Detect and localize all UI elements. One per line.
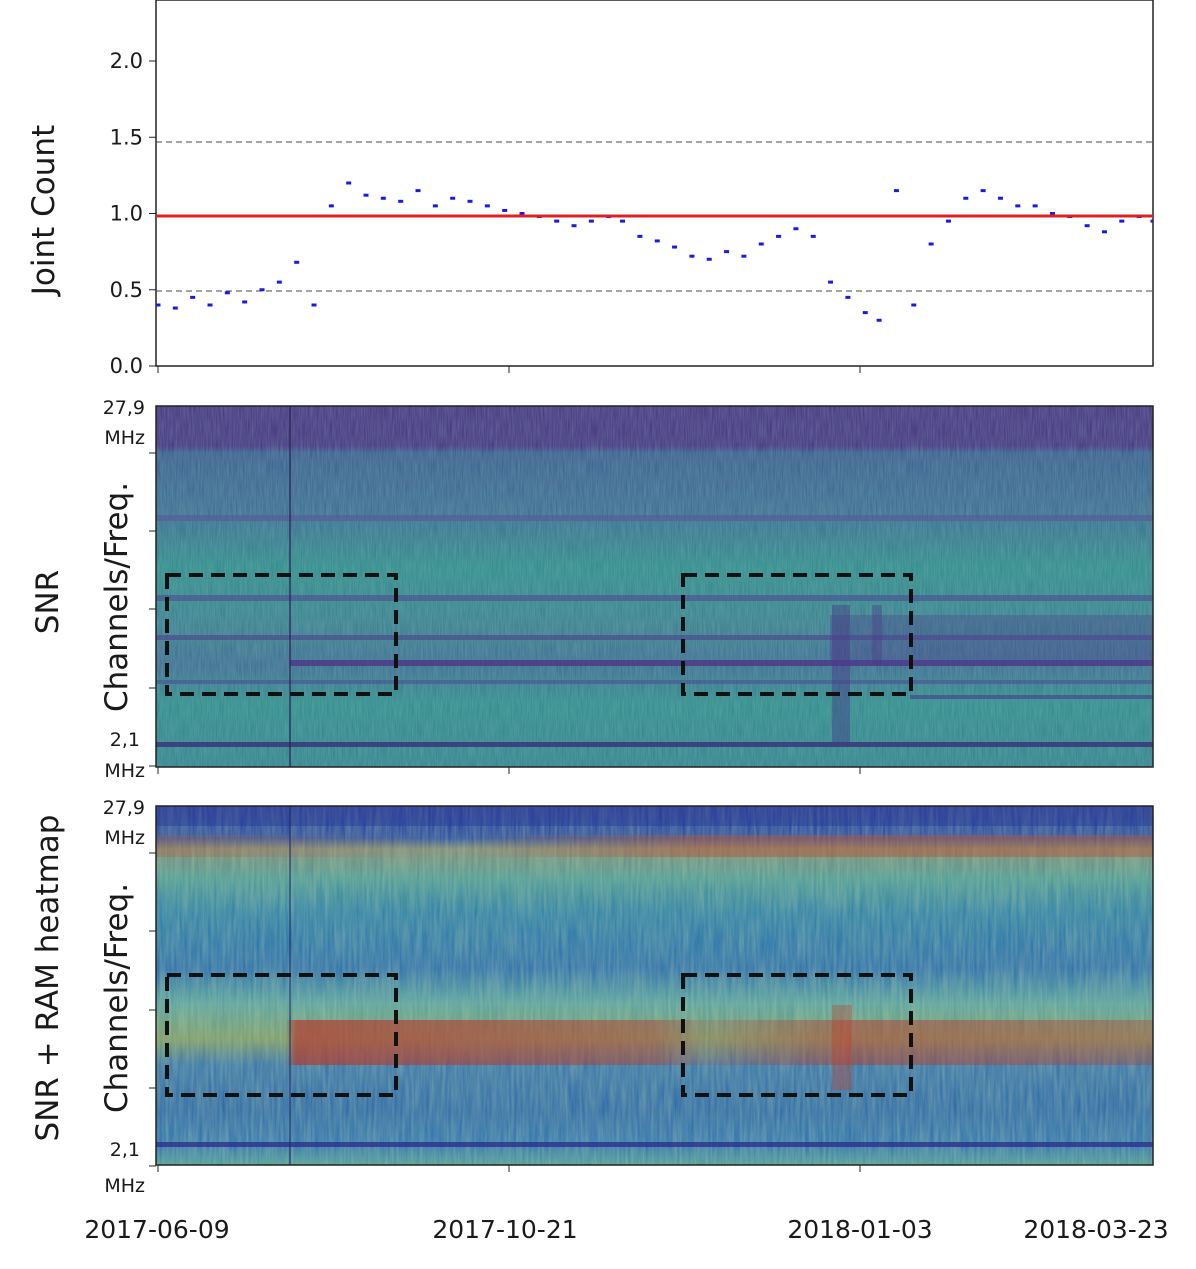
snr-top-unit: MHz — [104, 427, 145, 449]
data-point — [346, 181, 352, 185]
y-axis-label: Joint Count — [26, 125, 62, 297]
ram-bottom-unit: MHz — [104, 1175, 145, 1197]
snr-panel: 27,9 MHz 2,1 MHz SNR Channels/Freq. — [30, 397, 1154, 782]
data-point — [588, 219, 594, 223]
ram-top-dark — [156, 806, 1153, 826]
data-point — [1150, 219, 1153, 223]
data-point — [945, 219, 951, 223]
data-point — [571, 224, 577, 228]
snr-top-freq: 27,9 — [103, 397, 145, 419]
snr-bottom-freq: 2,1 — [110, 729, 140, 751]
data-point — [328, 204, 334, 208]
data-point — [294, 260, 300, 264]
data-point — [380, 196, 386, 200]
data-point — [862, 311, 868, 315]
data-point — [1015, 204, 1021, 208]
data-point — [502, 208, 508, 212]
data-point — [620, 219, 626, 223]
snr-title: SNR — [30, 570, 66, 634]
data-point — [242, 300, 248, 304]
ram-top-unit: MHz — [104, 827, 145, 849]
figure: 0.0 0.5 1.0 1.5 2.0 Joint Count 27,9 MHz 2,1… — [26, 0, 1169, 1244]
ram-bottom-line — [156, 1142, 1153, 1147]
ram-ylabel: Channels/Freq. — [99, 883, 135, 1113]
snr-yticks — [149, 452, 156, 767]
data-point — [467, 199, 473, 203]
data-point — [311, 303, 317, 307]
ram-top-freq: 27,9 — [103, 797, 145, 819]
ram-red-band — [156, 1020, 1153, 1065]
ram-title: SNR + RAM heatmap — [30, 815, 66, 1142]
data-point — [398, 199, 404, 203]
data-point — [810, 234, 816, 238]
y-ticks: 0.0 0.5 1.0 1.5 2.0 — [110, 49, 156, 378]
ytick-label: 0.5 — [110, 278, 143, 302]
data-point — [928, 242, 934, 246]
data-point — [637, 234, 643, 238]
data-point — [450, 196, 456, 200]
data-point — [724, 250, 730, 254]
scatter-points — [156, 181, 1153, 322]
panel1-frame — [155, 0, 1154, 367]
x-label-2: 2018-01-03 — [787, 1215, 932, 1244]
data-point — [997, 196, 1003, 200]
data-point — [363, 193, 369, 197]
data-point — [963, 196, 969, 200]
ram-texture — [156, 806, 1153, 1165]
ytick-label: 1.0 — [110, 202, 143, 226]
data-point — [876, 318, 882, 322]
data-point — [554, 219, 560, 223]
data-point — [893, 189, 899, 193]
data-point — [672, 245, 678, 249]
data-point — [741, 254, 747, 258]
data-point — [156, 303, 161, 307]
x-label-3: 2018-03-23 — [1023, 1215, 1168, 1244]
data-point — [190, 295, 196, 299]
data-point — [484, 204, 490, 208]
joint-count-panel: 0.0 0.5 1.0 1.5 2.0 Joint Count — [26, 0, 1154, 378]
data-point — [980, 189, 986, 193]
snr-ylabel: Channels/Freq. — [99, 482, 135, 712]
data-point — [689, 254, 695, 258]
x-label-0: 2017-06-09 — [84, 1215, 229, 1244]
data-point — [793, 227, 799, 231]
x-axis-labels: 2017-06-09 2017-10-21 2018-01-03 2018-03… — [84, 1215, 1168, 1244]
snr-bottom-unit: MHz — [104, 760, 145, 782]
ram-yticks — [149, 852, 156, 1167]
data-point — [276, 280, 282, 284]
ram-hotspot — [832, 1005, 852, 1090]
data-point — [758, 242, 764, 246]
data-point — [776, 234, 782, 238]
data-point — [1032, 204, 1038, 208]
x-label-1: 2017-10-21 — [432, 1215, 577, 1244]
data-point — [845, 295, 851, 299]
data-point — [259, 288, 265, 292]
ram-panel: 27,9 MHz 2,1 MHz SNR + RAM heatmap Chann… — [30, 797, 1154, 1197]
data-point — [706, 257, 712, 261]
data-point — [172, 306, 178, 310]
data-point — [911, 303, 917, 307]
snr-texture — [156, 406, 1153, 767]
data-point — [415, 189, 421, 193]
data-point — [828, 280, 834, 284]
ytick-label: 2.0 — [110, 49, 143, 73]
ram-bottom-freq: 2,1 — [110, 1139, 140, 1161]
data-point — [1101, 230, 1107, 234]
data-point — [1119, 219, 1125, 223]
ram-top-band — [156, 835, 1153, 857]
data-point — [654, 239, 660, 243]
ytick-label: 0.0 — [110, 354, 143, 378]
data-point — [1084, 224, 1090, 228]
data-point — [432, 204, 438, 208]
data-point — [207, 303, 213, 307]
ytick-label: 1.5 — [110, 125, 143, 149]
data-point — [224, 291, 230, 295]
